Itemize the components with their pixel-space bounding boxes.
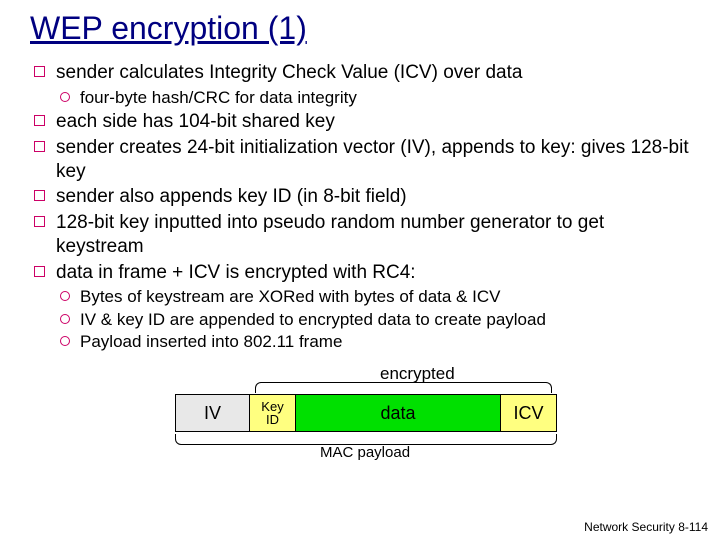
sub-bullet-item: IV & key ID are appended to encrypted da… [58, 309, 690, 330]
bullet-item: sender also appends key ID (in 8-bit fie… [30, 185, 690, 209]
slide-title: WEP encryption (1) [30, 10, 690, 47]
sub-bullet-item: Bytes of keystream are XORed with bytes … [58, 286, 690, 307]
bullet-item: sender creates 24-bit initialization vec… [30, 136, 690, 184]
sub-bullet-list: Bytes of keystream are XORed with bytes … [30, 286, 690, 352]
mac-label: MAC payload [320, 444, 410, 461]
bullet-item: data in frame + ICV is encrypted with RC… [30, 261, 690, 285]
encrypted-brace [255, 382, 552, 393]
keyid-l2: ID [266, 413, 279, 426]
keyid-box: Key ID [250, 394, 296, 432]
icv-box: ICV [501, 394, 557, 432]
sub-bullet-item: four-byte hash/CRC for data integrity [58, 87, 690, 108]
bullet-item: sender calculates Integrity Check Value … [30, 61, 690, 85]
data-box: data [296, 394, 501, 432]
iv-box: IV [175, 394, 250, 432]
bullet-list: sender calculates Integrity Check Value … [30, 61, 690, 85]
sub-bullet-list: four-byte hash/CRC for data integrity [30, 87, 690, 108]
bullet-item: 128-bit key inputted into pseudo random … [30, 211, 690, 259]
sub-bullet-item: Payload inserted into 802.11 frame [58, 331, 690, 352]
encrypted-label: encrypted [380, 364, 455, 384]
packet-diagram: encrypted IV Key ID data ICV MAC payload [140, 364, 580, 464]
packet-row: IV Key ID data ICV [175, 394, 557, 432]
bullet-list: each side has 104-bit shared key sender … [30, 110, 690, 284]
bullet-item: each side has 104-bit shared key [30, 110, 690, 134]
slide-footer: Network Security 8-114 [584, 520, 708, 534]
